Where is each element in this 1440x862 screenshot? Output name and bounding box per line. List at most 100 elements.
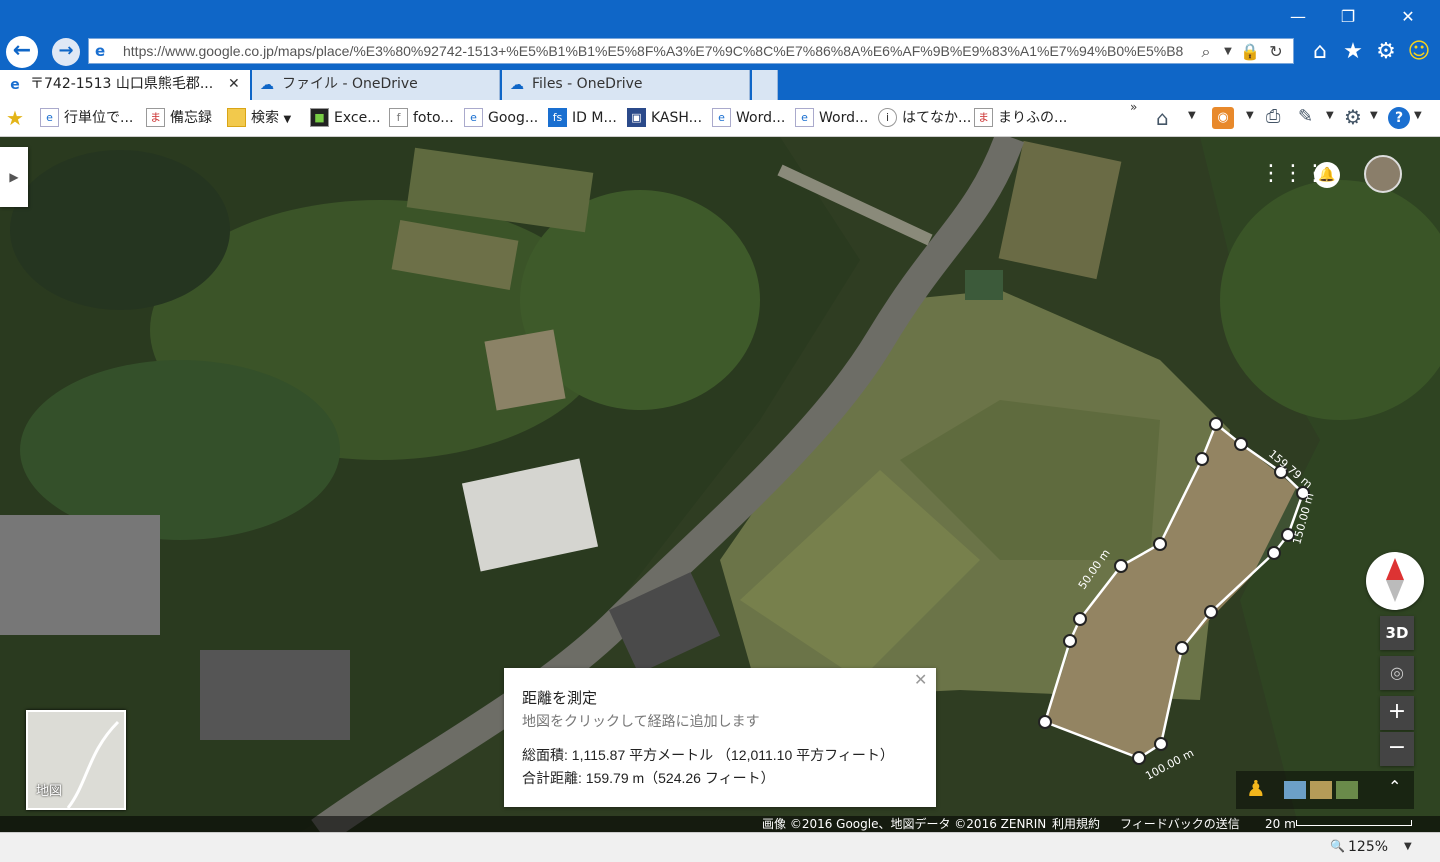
dropdown-icon[interactable]: ▼	[1217, 41, 1239, 63]
imagery-thumb[interactable]	[1284, 781, 1306, 799]
page-icon[interactable]: ✎	[1298, 106, 1313, 127]
imagery-thumb[interactable]	[1336, 781, 1358, 799]
chevron-down-icon: ▼	[283, 114, 292, 125]
tab-label: Files - OneDrive	[532, 76, 643, 92]
home-icon[interactable]: ⌂	[1305, 38, 1335, 66]
close-window-icon[interactable]: ✕	[1388, 4, 1428, 30]
map-type-toggle[interactable]: 地図	[26, 710, 126, 810]
minimize-icon[interactable]: —	[1278, 4, 1318, 30]
restore-icon[interactable]: ❐	[1328, 4, 1368, 30]
tab-onedrive-files-en[interactable]: ☁ Files - OneDrive	[502, 70, 750, 100]
chevron-down-icon[interactable]: ▼	[1246, 110, 1254, 121]
status-bar: 🔍 125% ▼	[0, 832, 1440, 862]
hatena-icon: i	[878, 108, 897, 127]
total-area-text: 総面積: 1,115.87 平方メートル （12,011.10 平方フィート）	[522, 747, 894, 763]
ie-icon: e	[95, 42, 106, 60]
address-row: ← → e https://www.google.co.jp/maps/plac…	[0, 34, 1440, 68]
search-icon[interactable]: ⌕	[1195, 41, 1217, 63]
fav-item[interactable]: fs ID M...	[548, 107, 617, 129]
measure-hint: 地図をクリックして経路に追加します	[522, 713, 760, 729]
compass-icon[interactable]	[1366, 552, 1424, 610]
chevron-down-icon[interactable]: ▼	[1188, 110, 1196, 121]
excel-icon: ■	[310, 108, 329, 127]
forward-icon[interactable]: →	[52, 38, 80, 66]
notification-bell-icon[interactable]: 🔔	[1314, 162, 1340, 188]
pegman-icon[interactable]: ♟	[1246, 777, 1266, 802]
zoom-magnifier-icon: 🔍	[1330, 839, 1345, 853]
3d-button[interactable]: 3D	[1380, 616, 1414, 650]
imagery-strip: ♟ ⌃	[1236, 771, 1414, 809]
ie-icon: e	[795, 108, 814, 127]
smiley-icon[interactable]: ☺	[1404, 38, 1434, 66]
address-bar[interactable]: e https://www.google.co.jp/maps/place/%E…	[88, 38, 1294, 64]
tab-strip: e 〒742-1513 山口県熊毛郡... ✕ ☁ ファイル - OneDriv…	[0, 68, 1440, 100]
help-icon[interactable]: ?	[1388, 107, 1410, 129]
ie-icon: e	[10, 77, 20, 93]
fav-folder[interactable]: 検索 ▼	[227, 107, 291, 129]
ma-icon: ま	[974, 108, 993, 127]
compass-north-icon	[1386, 558, 1404, 580]
minimap-label: 地図	[36, 784, 63, 799]
chevron-down-icon[interactable]: ▼	[1370, 110, 1378, 121]
compass-south-icon	[1386, 580, 1404, 602]
fs-icon: fs	[548, 108, 567, 127]
zoom-level[interactable]: 125%	[1348, 839, 1388, 855]
ie-icon: e	[40, 108, 59, 127]
gear-icon[interactable]: ⚙	[1344, 105, 1362, 129]
apps-grid-icon[interactable]: ⋮⋮⋮	[1260, 162, 1326, 186]
fav-item[interactable]: f foto...	[389, 107, 454, 129]
cloud-icon: ☁	[510, 77, 524, 93]
fav-item[interactable]: e Goog...	[464, 107, 538, 129]
scale-bar	[1296, 820, 1412, 826]
feedback-link[interactable]: フィードバックの送信	[1120, 816, 1240, 832]
close-icon[interactable]: ✕	[914, 670, 927, 689]
ie-icon: e	[712, 108, 731, 127]
scale-label[interactable]: 20 m	[1265, 816, 1296, 832]
map-footer: 画像 ©2016 Google、地図データ ©2016 ZENRIN 利用規約 …	[0, 816, 1440, 832]
kash-icon: ▣	[627, 108, 646, 127]
fav-item[interactable]: ▣ KASH...	[627, 107, 702, 129]
measure-title: 距離を測定	[522, 690, 598, 707]
chevron-down-icon[interactable]: ▼	[1326, 110, 1334, 121]
avatar[interactable]	[1364, 155, 1402, 193]
my-location-icon[interactable]: ◎	[1380, 656, 1414, 690]
chevron-down-icon[interactable]: ▼	[1414, 110, 1422, 121]
zoom-out-button[interactable]: −	[1380, 732, 1414, 766]
fav-item[interactable]: ままりふの...	[974, 107, 1067, 129]
imagery-credit: 画像 ©2016 Google、地図データ ©2016 ZENRIN	[762, 817, 1047, 831]
tab-google-maps[interactable]: e 〒742-1513 山口県熊毛郡... ✕	[0, 70, 250, 100]
lock-icon[interactable]: 🔒	[1239, 41, 1261, 63]
new-tab-button[interactable]	[752, 70, 778, 100]
page-icon: f	[389, 108, 408, 127]
chevron-down-icon[interactable]: ▼	[1404, 841, 1412, 852]
rss-icon[interactable]: ◉	[1212, 107, 1234, 129]
fav-item[interactable]: e 行単位で...	[40, 107, 133, 129]
title-bar: — ❐ ✕	[0, 0, 1440, 34]
fav-item[interactable]: e Word...	[712, 107, 785, 129]
url-text[interactable]: https://www.google.co.jp/maps/place/%E3%…	[123, 39, 1183, 63]
fav-item[interactable]: e Word...	[795, 107, 868, 129]
fav-item[interactable]: ■ Exce...	[310, 107, 381, 129]
ie-icon: e	[464, 108, 483, 127]
terms-link[interactable]: 利用規約	[1052, 816, 1100, 832]
close-tab-icon[interactable]: ✕	[228, 70, 240, 98]
favorites-bar: ★ e 行単位で... ま備忘録 検索 ▼ ■ Exce... f foto... e…	[0, 100, 1440, 137]
back-icon[interactable]: ←	[6, 36, 38, 68]
expand-chevron-icon[interactable]: ⌃	[1388, 777, 1401, 796]
fav-item[interactable]: ま備忘録	[146, 107, 212, 129]
total-distance-text: 合計距離: 159.79 m（524.26 フィート）	[522, 770, 775, 786]
print-icon[interactable]: ⎙	[1266, 106, 1280, 127]
home-icon[interactable]: ⌂	[1156, 106, 1169, 130]
fav-item[interactable]: i はてなか...	[878, 107, 971, 129]
tab-onedrive-files-jp[interactable]: ☁ ファイル - OneDrive	[252, 70, 500, 100]
tab-label: 〒742-1513 山口県熊毛郡...	[30, 76, 214, 92]
refresh-icon[interactable]: ↻	[1265, 41, 1287, 63]
measure-distance-card: 距離を測定 地図をクリックして経路に追加します 総面積: 1,115.87 平方…	[504, 668, 936, 807]
favorites-star-icon[interactable]: ★	[1338, 38, 1368, 66]
zoom-in-button[interactable]: +	[1380, 696, 1414, 730]
imagery-thumb[interactable]	[1310, 781, 1332, 799]
favorites-star-icon[interactable]: ★	[6, 106, 24, 130]
gear-icon[interactable]: ⚙	[1371, 38, 1401, 66]
side-panel-toggle[interactable]: ▶	[0, 147, 28, 207]
more-favorites-icon[interactable]: »	[1130, 100, 1137, 114]
